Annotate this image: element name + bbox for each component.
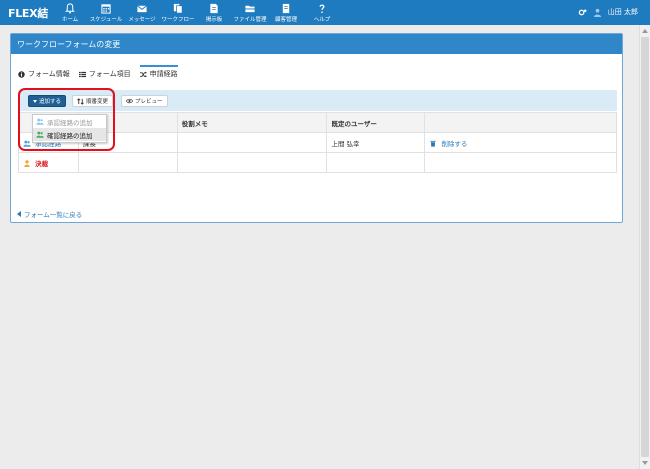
table-row: 決裁 bbox=[18, 152, 617, 173]
column-header bbox=[424, 112, 617, 133]
nav-label: 掲示板 bbox=[205, 17, 223, 23]
user-icon bbox=[593, 8, 601, 17]
column-header: 既定のユーザー bbox=[326, 112, 426, 133]
nav-file-management[interactable]: ファイル管理 bbox=[232, 0, 268, 25]
action-cell: 削除する bbox=[424, 132, 617, 153]
role-cell bbox=[77, 152, 178, 173]
panel-title: ワークフローフォームの変更 bbox=[11, 34, 622, 54]
cogs-icon[interactable] bbox=[578, 8, 587, 17]
user-name[interactable]: 山田 太郎 bbox=[608, 7, 638, 17]
eye-icon bbox=[126, 98, 133, 104]
nav-label: スケジュール bbox=[89, 17, 123, 23]
nav-board[interactable]: 掲示板 bbox=[196, 0, 232, 25]
trash-icon bbox=[430, 140, 436, 147]
role-memo-cell bbox=[176, 132, 328, 153]
nav-workflow[interactable]: ワークフロー bbox=[160, 0, 196, 25]
nav-label: ファイル管理 bbox=[233, 17, 267, 23]
back-link-label: フォーム一覧に戻る bbox=[24, 211, 83, 219]
action-cell bbox=[424, 152, 617, 173]
nav-label: メッセージ bbox=[128, 17, 156, 23]
board-icon bbox=[210, 3, 218, 14]
scroll-thumb[interactable] bbox=[641, 37, 649, 457]
nav-home[interactable]: ホーム bbox=[52, 0, 88, 25]
nav-schedule[interactable]: スケジュール bbox=[88, 0, 124, 25]
column-header: 役割メモ bbox=[176, 112, 328, 133]
back-to-form-list-link[interactable]: フォーム一覧に戻る bbox=[17, 209, 82, 219]
help-icon bbox=[319, 4, 325, 13]
folder-icon bbox=[245, 5, 255, 13]
nav-label: 顧客管理 bbox=[274, 17, 297, 23]
customer-icon bbox=[282, 3, 290, 14]
default-user-cell bbox=[326, 152, 426, 173]
nav-customer-management[interactable]: 顧客管理 bbox=[268, 0, 304, 25]
envelope-icon bbox=[137, 5, 147, 13]
scroll-up-arrow-icon[interactable] bbox=[642, 29, 648, 33]
form-tabs: フォーム情報 フォーム項目 申請経路 bbox=[18, 65, 178, 82]
preview-label: プレビュー bbox=[135, 99, 163, 105]
shuffle-icon bbox=[139, 71, 147, 77]
list-icon bbox=[78, 71, 86, 77]
tab-application-route[interactable]: 申請経路 bbox=[139, 65, 178, 82]
nav-label: ホーム bbox=[61, 17, 79, 23]
nav-label: ヘルプ bbox=[313, 17, 331, 23]
main-nav: ホーム スケジュール メッセージ ワークフロー 掲示板 ファイル管理 顧客管理 bbox=[52, 0, 340, 25]
app-logo[interactable]: FLEX結 bbox=[8, 5, 48, 21]
annotation-highlight bbox=[18, 88, 115, 151]
vertical-scrollbar[interactable] bbox=[639, 25, 650, 469]
nav-help[interactable]: ヘルプ bbox=[304, 0, 340, 25]
tab-label: フォーム項目 bbox=[88, 70, 131, 78]
default-user-cell: 上間 弘幸 bbox=[326, 132, 426, 153]
route-type-cell: 決裁 bbox=[18, 152, 79, 173]
calendar-icon bbox=[101, 4, 111, 14]
top-navigation-bar: FLEX結 ホーム スケジュール メッセージ ワークフロー 掲示板 ファイル管理 bbox=[0, 0, 650, 25]
nav-label: ワークフロー bbox=[161, 17, 195, 23]
bell-icon bbox=[65, 3, 75, 14]
tab-label: フォーム情報 bbox=[28, 70, 70, 78]
scroll-down-arrow-icon[interactable] bbox=[642, 461, 648, 465]
caret-left-icon bbox=[17, 211, 21, 217]
workflow-icon bbox=[173, 3, 183, 14]
role-memo-cell bbox=[176, 152, 328, 173]
preview-button[interactable]: プレビュー bbox=[121, 95, 168, 107]
decision-icon bbox=[24, 160, 30, 167]
user-area: 山田 太郎 bbox=[578, 7, 638, 17]
info-icon bbox=[18, 70, 25, 78]
nav-message[interactable]: メッセージ bbox=[124, 0, 160, 25]
tab-label: 申請経路 bbox=[149, 70, 178, 78]
decision-label: 決裁 bbox=[35, 159, 49, 168]
tab-form-info[interactable]: フォーム情報 bbox=[18, 69, 70, 82]
delete-link[interactable]: 削除する bbox=[441, 140, 467, 148]
tab-form-items[interactable]: フォーム項目 bbox=[78, 69, 131, 82]
